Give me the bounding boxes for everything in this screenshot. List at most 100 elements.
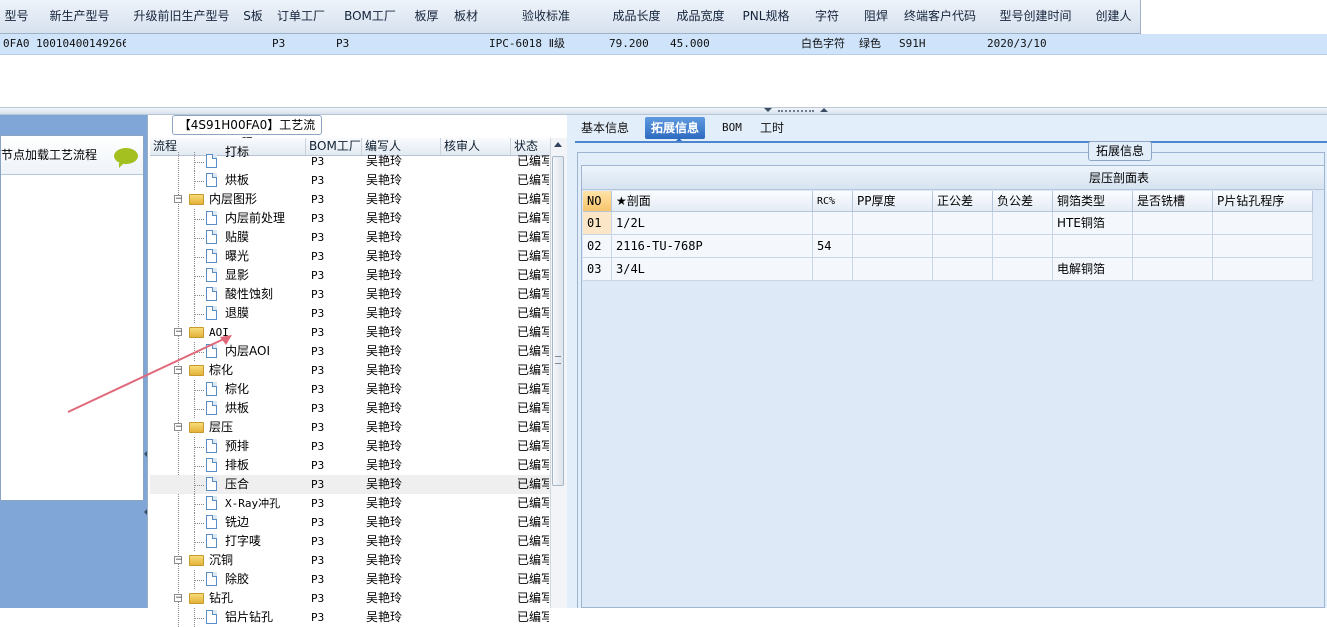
top-grid-cell[interactable]: 2020/3/10	[984, 34, 1087, 54]
top-grid-cell[interactable]: P3	[269, 34, 333, 54]
process-step-label[interactable]: 显影	[225, 266, 249, 285]
process-group-label[interactable]: 内层图形	[209, 190, 257, 209]
grid-cell[interactable]: 54	[813, 235, 853, 258]
process-step-label[interactable]: 退膜	[225, 304, 249, 323]
grid-cell[interactable]	[1213, 258, 1313, 281]
top-grid-column-header[interactable]: BOM工厂	[333, 0, 408, 34]
grid-cell[interactable]	[853, 258, 933, 281]
grid-column-header[interactable]: 铜箔类型	[1053, 191, 1133, 212]
grid-column-header[interactable]: P片钻孔程序	[1213, 191, 1313, 212]
grid-cell[interactable]: 03	[583, 258, 612, 281]
scroll-up-icon[interactable]	[554, 142, 562, 147]
process-step-label[interactable]: 内层前处理	[225, 209, 285, 228]
grid-cell[interactable]	[933, 235, 993, 258]
grid-cell[interactable]: 3/4L	[612, 258, 813, 281]
grid-cell[interactable]: 1/2L	[612, 212, 813, 235]
top-grid-column-header[interactable]: 型号	[0, 0, 34, 34]
collapse-toggle-icon[interactable]: −	[174, 556, 183, 565]
grid-cell[interactable]	[1053, 235, 1133, 258]
top-grid-cell[interactable]: 0FA0	[0, 34, 33, 54]
top-grid-cell[interactable]: 79.200	[606, 34, 667, 54]
top-grid-column-header[interactable]: 成品宽度	[667, 0, 735, 34]
scrollbar-thumb[interactable]	[552, 156, 564, 486]
collapse-up-icon[interactable]	[764, 108, 772, 112]
grid-cell[interactable]	[853, 235, 933, 258]
process-step-label[interactable]: X-Ray冲孔	[225, 494, 280, 513]
top-grid-column-header[interactable]: 终端客户代码	[896, 0, 985, 34]
process-step-label[interactable]: 烘板	[225, 171, 249, 190]
grid-cell[interactable]	[1133, 235, 1213, 258]
top-grid-cell[interactable]	[1087, 34, 1140, 54]
process-step-label[interactable]: 曝光	[225, 247, 249, 266]
tab-2[interactable]: BOM	[716, 117, 748, 139]
grid-column-header[interactable]: RC%	[813, 191, 853, 212]
top-grid-cell[interactable]	[407, 34, 446, 54]
top-grid-cell[interactable]: IPC-6018 Ⅱ级	[486, 34, 606, 54]
process-group-label[interactable]: 层压	[209, 418, 233, 437]
top-grid-cell[interactable]	[734, 34, 798, 54]
top-grid-column-header[interactable]: 成品长度	[606, 0, 668, 34]
process-step-label[interactable]: 铣边	[225, 513, 249, 532]
top-grid-column-header[interactable]: 板材	[446, 0, 487, 34]
grid-cell[interactable]	[1213, 212, 1313, 235]
grid-cell[interactable]: 01	[583, 212, 612, 235]
process-load-header[interactable]: 节点加载工艺流程	[1, 136, 143, 175]
tab-0[interactable]: 基本信息	[575, 117, 635, 139]
grid-cell[interactable]: 电解铜箔	[1053, 258, 1133, 281]
grid-column-header[interactable]: PP厚度	[853, 191, 933, 212]
process-step-label[interactable]: 除胶	[225, 570, 249, 589]
grid-cell[interactable]	[1133, 212, 1213, 235]
collapse-toggle-icon[interactable]: −	[174, 423, 183, 432]
speech-bubble-icon[interactable]	[114, 148, 138, 168]
tab-3[interactable]: 工时	[754, 117, 790, 139]
top-grid-column-header[interactable]: 字符	[798, 0, 857, 34]
process-step-label[interactable]: 打字唛	[225, 532, 261, 551]
grid-cell[interactable]	[1133, 258, 1213, 281]
top-grid-cell[interactable]: P3	[333, 34, 407, 54]
grid-cell[interactable]: 02	[583, 235, 612, 258]
top-grid-column-header[interactable]: 新生产型号	[33, 0, 127, 34]
grid-cell[interactable]	[993, 235, 1053, 258]
top-grid-cell[interactable]: 10010400149266	[33, 34, 126, 54]
top-grid-column-header[interactable]: 阻焊	[856, 0, 897, 34]
top-grid-column-header[interactable]: 板厚	[407, 0, 447, 34]
collapse-down-icon[interactable]	[820, 108, 828, 112]
process-step-label[interactable]: 酸性蚀刻	[225, 285, 273, 304]
grid-cell[interactable]: HTE铜箔	[1053, 212, 1133, 235]
grid-column-header[interactable]: NO	[583, 191, 612, 212]
grid-column-header[interactable]: 负公差	[993, 191, 1053, 212]
grid-cell[interactable]	[1213, 235, 1313, 258]
top-grid-column-header[interactable]: S板	[237, 0, 270, 34]
top-grid-cell[interactable]: 45.000	[667, 34, 734, 54]
collapse-toggle-icon[interactable]: −	[174, 594, 183, 603]
grid-column-header[interactable]: ★剖面	[612, 191, 813, 212]
grid-cell[interactable]	[813, 212, 853, 235]
top-grid-column-header[interactable]: 订单工厂	[269, 0, 334, 34]
grid-column-header[interactable]: 正公差	[933, 191, 993, 212]
process-group-label[interactable]: 沉铜	[209, 551, 233, 570]
process-step-label[interactable]: 打标	[225, 143, 249, 162]
grid-cell[interactable]	[933, 212, 993, 235]
grid-cell[interactable]	[993, 258, 1053, 281]
top-grid-column-header[interactable]: 升级前旧生产型号	[126, 0, 238, 34]
splitter-grip-icon[interactable]	[778, 110, 814, 114]
grid-cell[interactable]	[993, 212, 1053, 235]
top-grid-cell[interactable]: S91H	[896, 34, 984, 54]
top-grid-cell[interactable]: 绿色	[856, 34, 896, 54]
top-grid-cell[interactable]	[237, 34, 269, 54]
top-grid-cell[interactable]: 白色字符	[798, 34, 856, 54]
process-group-label[interactable]: 钻孔	[209, 589, 233, 608]
grid-column-header[interactable]: 是否铣槽	[1133, 191, 1213, 212]
process-step-label[interactable]: 贴膜	[225, 228, 249, 247]
process-step-label[interactable]: 铝片钻孔	[225, 608, 273, 627]
grid-cell[interactable]	[853, 212, 933, 235]
top-grid-column-header[interactable]: 创建人	[1087, 0, 1141, 34]
horizontal-splitter[interactable]	[0, 107, 1327, 115]
process-step-label[interactable]: 排板	[225, 456, 249, 475]
top-grid-column-header[interactable]: 型号创建时间	[984, 0, 1088, 34]
process-step-label[interactable]: 压合	[225, 475, 249, 494]
top-grid-column-header[interactable]: PNL规格	[734, 0, 799, 34]
collapse-toggle-icon[interactable]: −	[174, 195, 183, 204]
process-step-label[interactable]: 预排	[225, 437, 249, 456]
tab-1[interactable]: 拓展信息	[645, 117, 706, 139]
